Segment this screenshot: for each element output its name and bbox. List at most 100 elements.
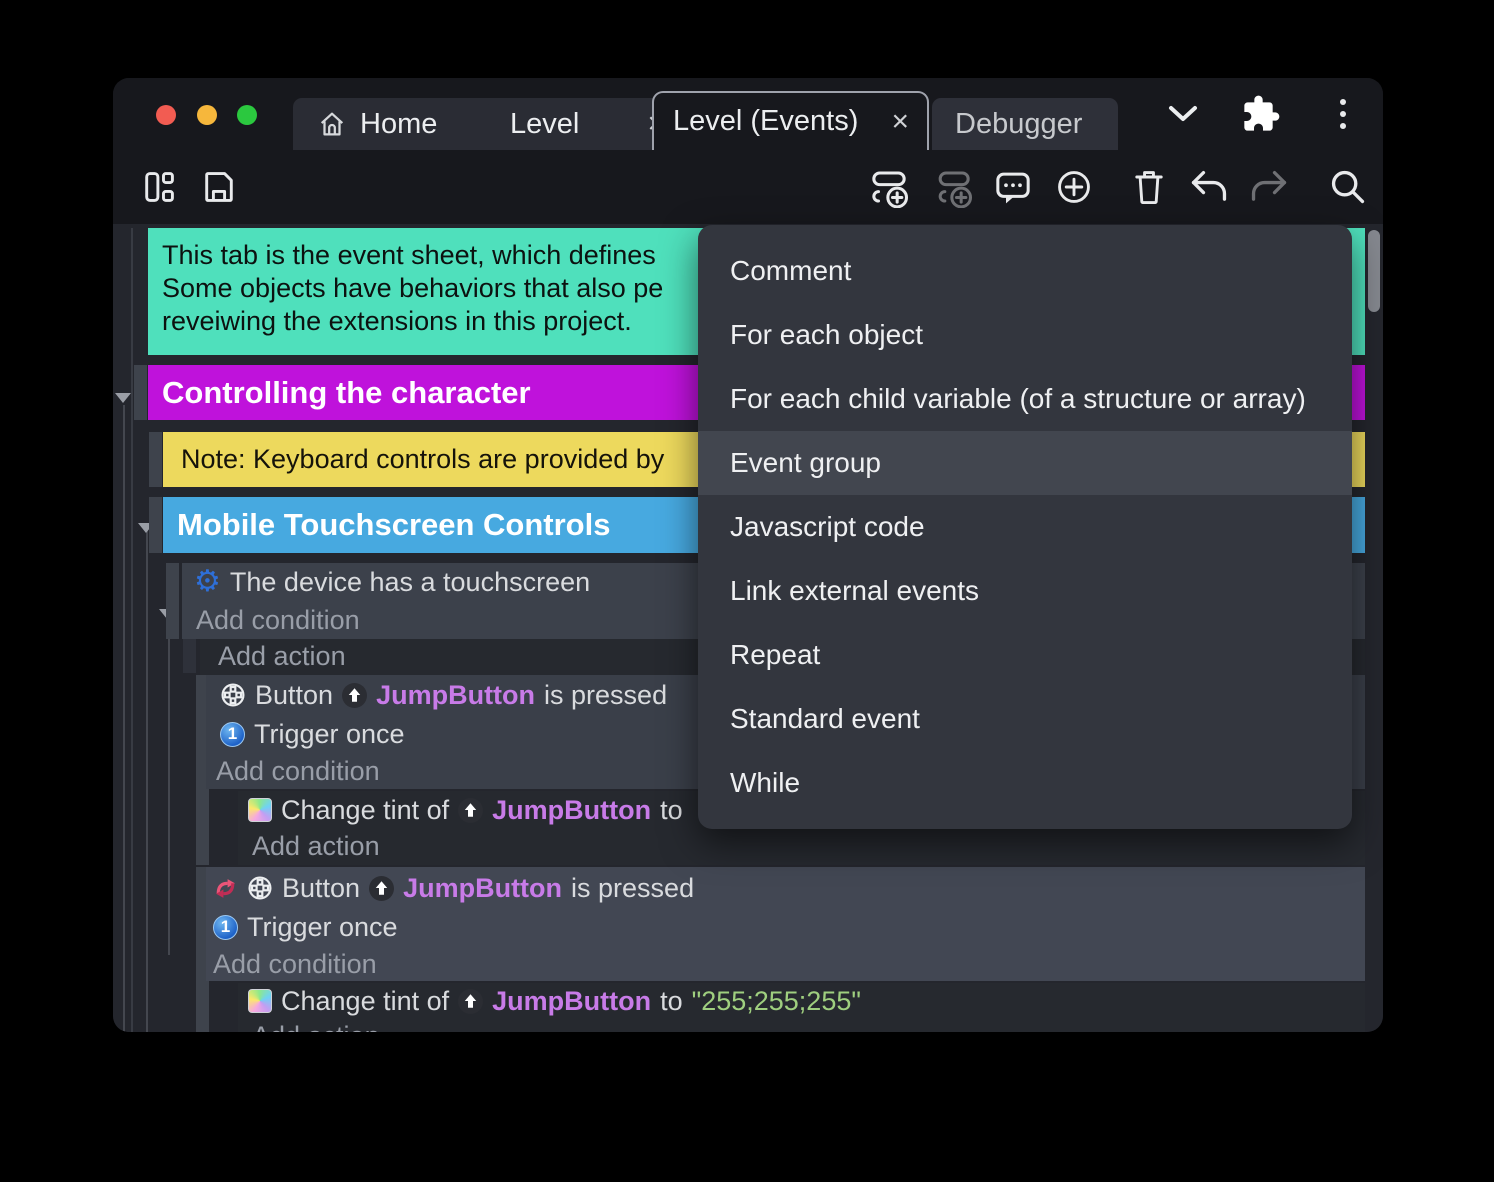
action-text: to: [660, 794, 683, 825]
add-condition-link[interactable]: Add condition: [216, 752, 380, 790]
add-condition-link[interactable]: Add condition: [196, 601, 360, 639]
action-row[interactable]: Change tint of JumpButton to "255;255;25…: [248, 982, 861, 1020]
add-condition-label: Add condition: [216, 755, 380, 786]
action-row[interactable]: Change tint of JumpButton to: [248, 791, 683, 829]
add-button[interactable]: [1051, 150, 1097, 224]
add-subevent-button[interactable]: [930, 150, 976, 224]
save-button[interactable]: [199, 150, 239, 224]
layout-view-button[interactable]: [139, 150, 179, 224]
comment-bubble-icon: [992, 166, 1034, 208]
indent-guide: [168, 615, 170, 955]
save-icon: [200, 168, 238, 206]
traffic-light-minimize[interactable]: [197, 105, 217, 125]
add-action-label: Add action: [252, 830, 380, 861]
object-name: JumpButton: [376, 679, 536, 710]
add-subevent-icon: [932, 166, 974, 208]
jumpbutton-object-icon: [458, 797, 484, 823]
button-plugin-icon: [220, 682, 246, 708]
search-icon: [1328, 167, 1368, 207]
delete-button[interactable]: [1127, 150, 1171, 224]
condition-text: is pressed: [544, 679, 668, 710]
menu-item-javascript-code[interactable]: Javascript code: [698, 495, 1352, 559]
menu-item-event-group[interactable]: Event group: [698, 431, 1352, 495]
tab-home[interactable]: Home: [293, 98, 505, 150]
touch-gear-icon: ⚙: [194, 564, 221, 599]
trash-icon: [1130, 167, 1168, 207]
object-name: JumpButton: [492, 985, 652, 1016]
jumpbutton-object-icon: [342, 682, 368, 708]
tab-list-dropdown-button[interactable]: [1163, 78, 1203, 150]
tab-level-events[interactable]: Level (Events) ×: [652, 91, 929, 150]
tab-home-label: Home: [360, 107, 438, 140]
traffic-light-close[interactable]: [156, 105, 176, 125]
tab-level-label: Level: [510, 107, 580, 140]
string-value: "255;255;255": [691, 985, 861, 1016]
condition-text: is pressed: [571, 872, 695, 903]
group-title: Controlling the character: [162, 374, 531, 410]
add-action-link[interactable]: Add action: [252, 827, 380, 865]
addons-button[interactable]: [1239, 78, 1283, 150]
inverted-condition-icon: [213, 876, 238, 901]
tint-color-icon: [248, 989, 272, 1013]
search-button[interactable]: [1325, 150, 1371, 224]
add-comment-button[interactable]: [990, 150, 1036, 224]
condition-row[interactable]: Button JumpButton is pressed: [220, 676, 667, 714]
undo-button[interactable]: [1186, 150, 1232, 224]
condition-row[interactable]: ⚙ The device has a touchscreen: [194, 563, 590, 601]
menu-item-repeat[interactable]: Repeat: [698, 623, 1352, 687]
indent-guide: [131, 228, 133, 1032]
indent-guide: [123, 405, 125, 1032]
add-condition-label: Add condition: [196, 604, 360, 635]
event-margin: [183, 639, 196, 673]
group-title: Mobile Touchscreen Controls: [177, 507, 611, 542]
tint-color-icon: [248, 798, 272, 822]
toolbar: [113, 150, 1383, 288]
condition-row[interactable]: 1 Trigger once: [220, 715, 405, 753]
menu-item-link-external-events[interactable]: Link external events: [698, 559, 1352, 623]
redo-button[interactable]: [1246, 150, 1292, 224]
condition-text: Trigger once: [254, 718, 405, 749]
close-tab-icon[interactable]: ×: [885, 105, 915, 139]
add-action-link[interactable]: Add action: [218, 637, 346, 675]
add-condition-label: Add condition: [213, 948, 377, 979]
plus-circle-icon: [1054, 167, 1094, 207]
condition-row[interactable]: 1 Trigger once: [213, 908, 398, 946]
menu-item-for-each-object[interactable]: For each object: [698, 303, 1352, 367]
jumpbutton-object-icon: [369, 875, 395, 901]
add-action-label: Add action: [252, 1021, 380, 1033]
action-text: Change tint of: [281, 985, 450, 1016]
add-action-link[interactable]: Add action: [252, 1017, 380, 1033]
collapse-arrow-icon[interactable]: [115, 393, 131, 403]
condition-text: Trigger once: [247, 911, 398, 942]
menu-item-standard-event[interactable]: Standard event: [698, 687, 1352, 751]
button-plugin-icon: [247, 875, 273, 901]
traffic-light-zoom[interactable]: [237, 105, 257, 125]
tab-debugger[interactable]: Debugger: [932, 98, 1118, 150]
menu-item-for-each-child-variable[interactable]: For each child variable (of a structure …: [698, 367, 1352, 431]
layout-panels-icon: [140, 168, 178, 206]
tab-level-events-label: Level (Events): [673, 105, 859, 137]
event-margin: [166, 563, 179, 639]
tab-debugger-label: Debugger: [955, 107, 1083, 140]
condition-row[interactable]: Button JumpButton is pressed: [213, 869, 694, 907]
titlebar: Home Level × Level (Events) × Debugger: [113, 78, 1383, 150]
add-event-context-menu: Comment For each object For each child v…: [698, 225, 1352, 829]
home-icon: [317, 109, 347, 139]
vertical-scrollbar[interactable]: [1368, 230, 1380, 312]
add-condition-link[interactable]: Add condition: [213, 945, 377, 983]
event-margin: [149, 432, 162, 487]
note-text: Note: Keyboard controls are provided by: [181, 444, 665, 474]
event-margin: [134, 365, 147, 420]
app-window: Home Level × Level (Events) × Debugger: [113, 78, 1383, 1032]
object-name: JumpButton: [403, 872, 563, 903]
action-text: to: [660, 985, 683, 1016]
trigger-once-icon: 1: [220, 721, 245, 747]
redo-icon: [1248, 168, 1290, 206]
add-event-icon: [868, 166, 910, 208]
main-menu-button[interactable]: [1328, 78, 1358, 150]
puzzle-icon: [1241, 94, 1281, 134]
chevron-down-icon: [1167, 104, 1199, 124]
menu-item-while[interactable]: While: [698, 751, 1352, 815]
menu-item-comment[interactable]: Comment: [698, 239, 1352, 303]
add-event-button[interactable]: [866, 150, 912, 224]
